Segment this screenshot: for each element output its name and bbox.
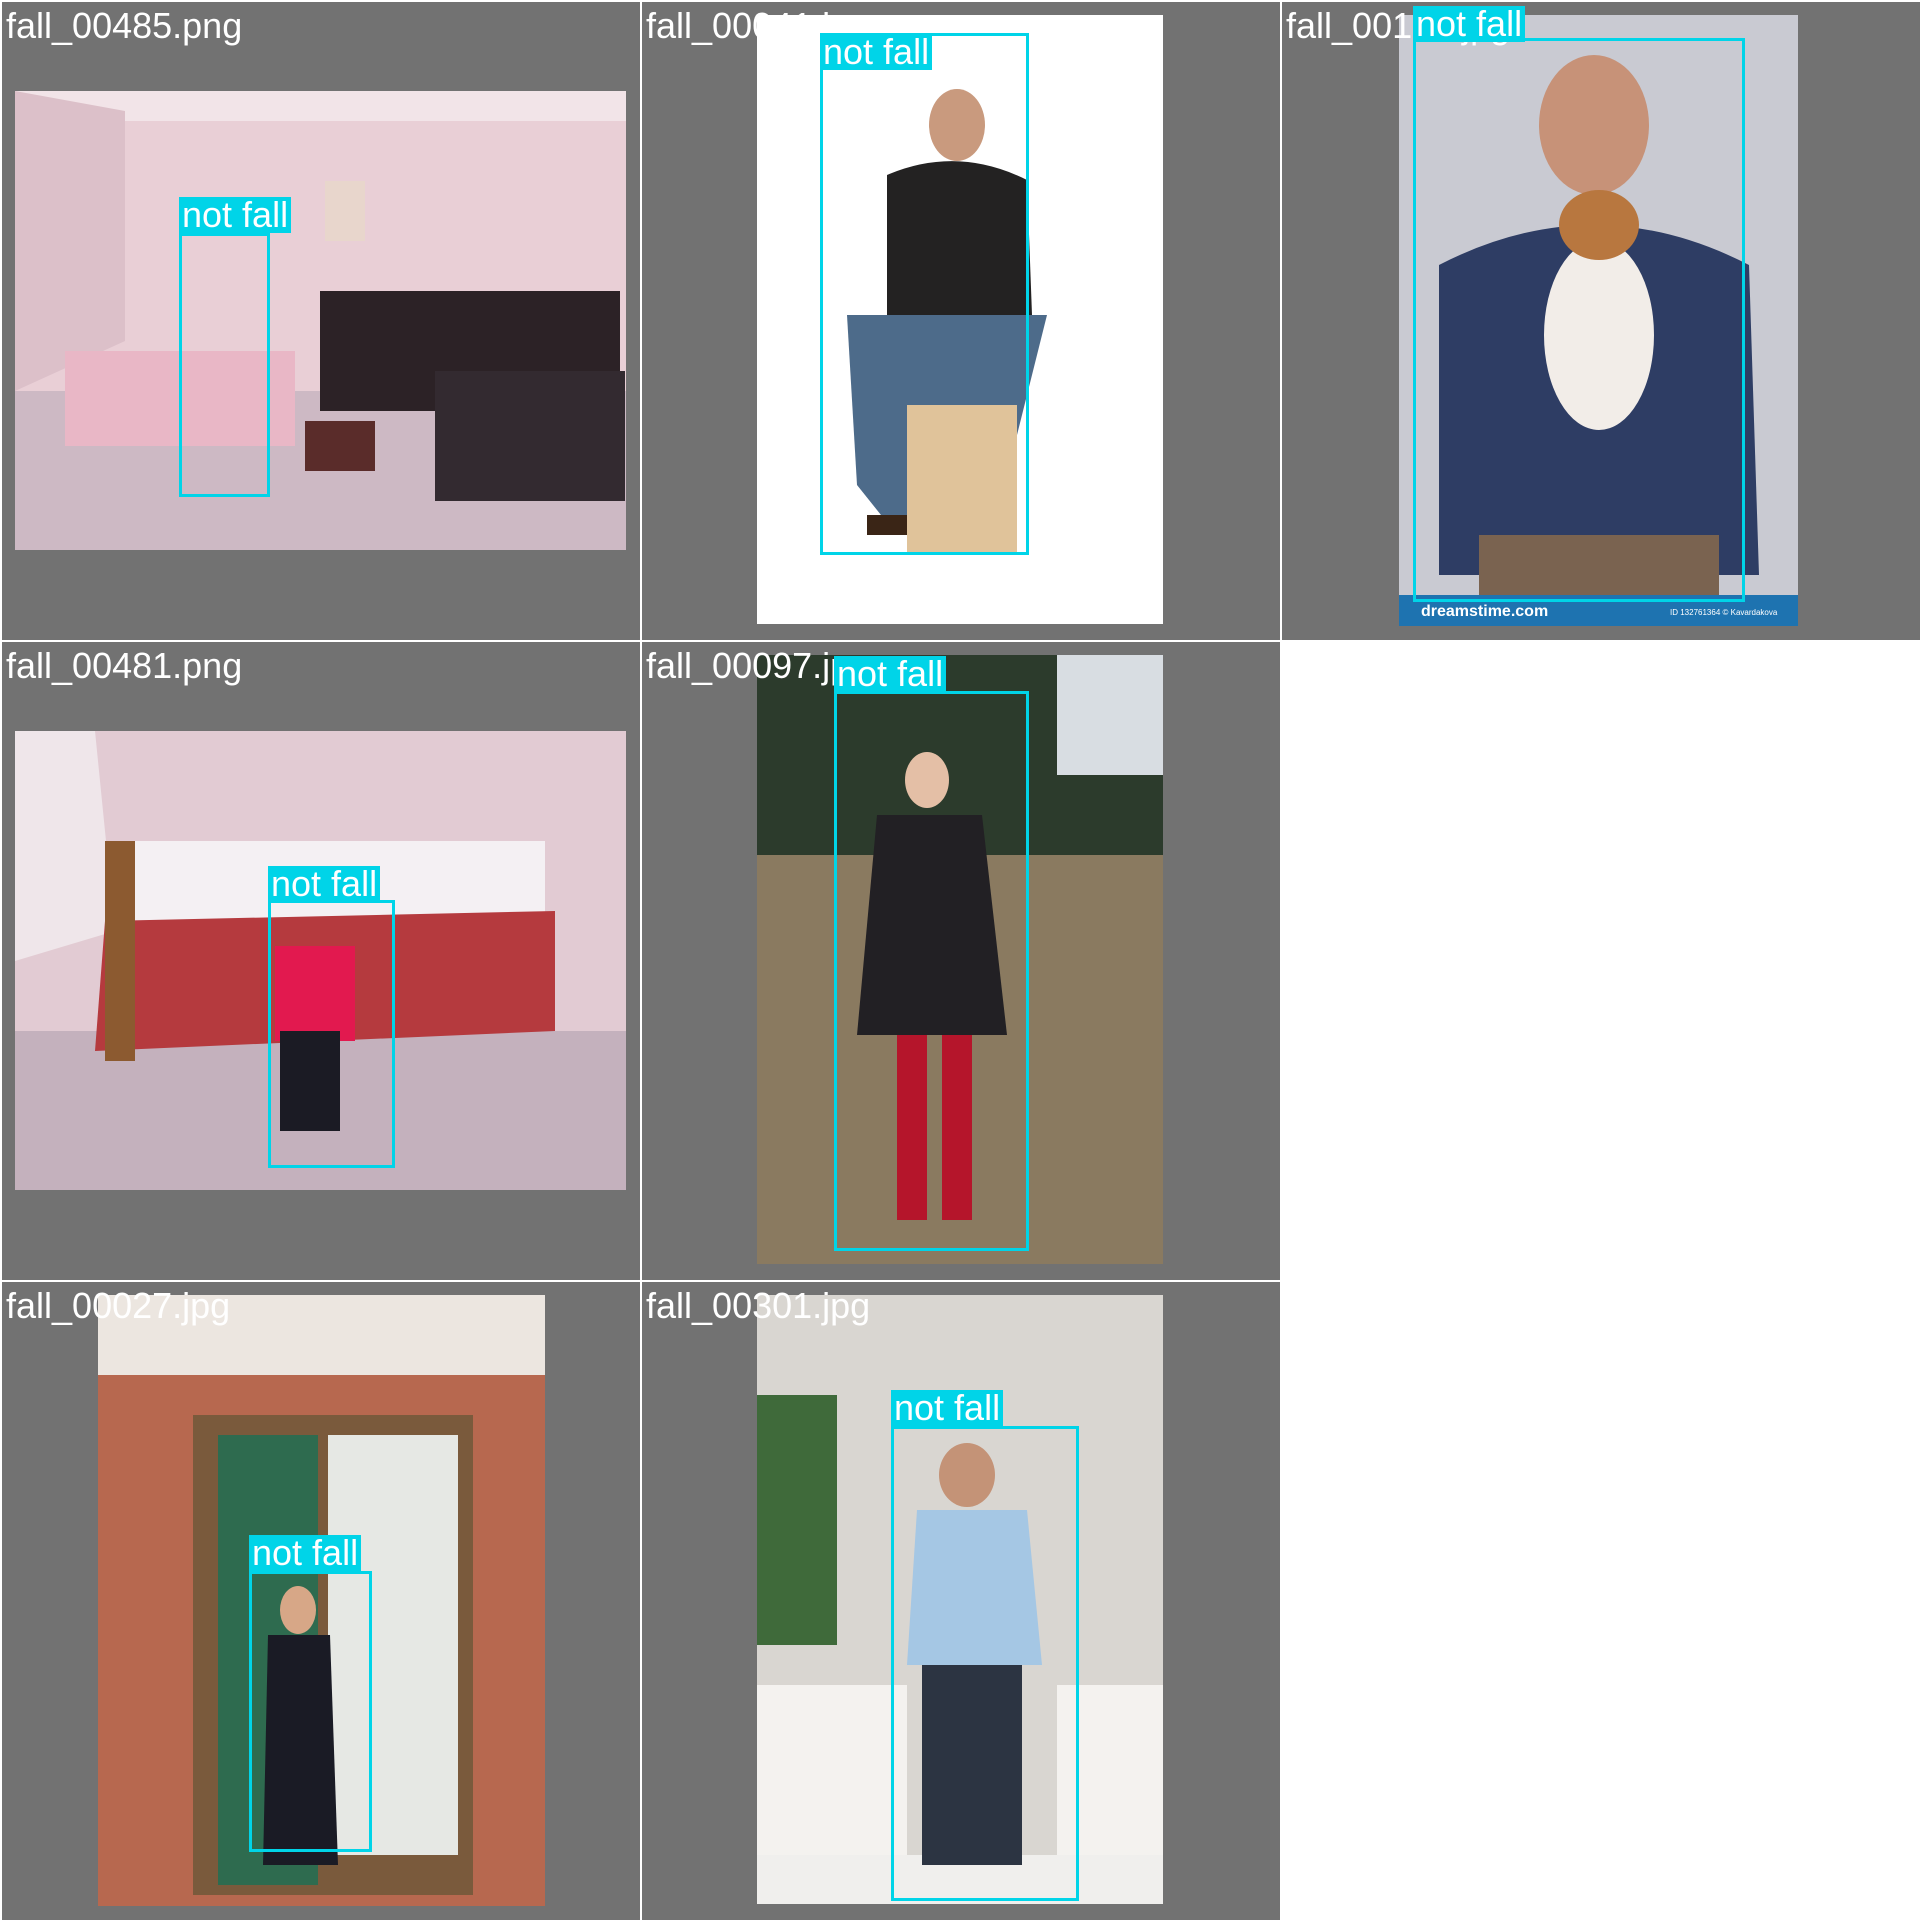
detection-label: not fall <box>268 866 381 902</box>
grid-cell: fall_00027.jpg not fall <box>2 1282 640 1920</box>
detection-box <box>820 33 1029 555</box>
detection-label: not fall <box>820 34 933 70</box>
grid-cell: fall_00485.png not fall <box>2 2 640 640</box>
watermark-credit: ID 132761364 © Kavardakova <box>1670 608 1778 617</box>
detection-label: not fall <box>179 197 292 233</box>
grid-cell: dreamstime.com ID 132761364 © Kavardakov… <box>1282 2 1920 640</box>
detection-box <box>249 1571 372 1852</box>
grid-cell: fall_00301.jpg not fall <box>642 1282 1280 1920</box>
detection-box <box>179 233 270 497</box>
thumbnail-filename: fall_00481.png <box>6 645 243 686</box>
detection-label: not fall <box>1413 6 1526 42</box>
detection-box <box>268 900 395 1168</box>
detection-box <box>891 1426 1079 1901</box>
grid-cell: fall_00041.jpg not fall <box>642 2 1280 640</box>
thumbnail-filename: fall_00027.jpg <box>6 1285 231 1326</box>
thumbnail-image <box>15 91 626 550</box>
grid-cell: fall_00097.jpg not fall <box>642 642 1280 1280</box>
detection-label: not fall <box>249 1535 362 1571</box>
detection-label: not fall <box>834 656 947 692</box>
detection-label: not fall <box>891 1390 1004 1426</box>
thumbnail-filename: fall_00301.jpg <box>646 1285 871 1326</box>
grid-cell: fall_00481.png not fall <box>2 642 640 1280</box>
detection-box <box>1413 38 1745 602</box>
watermark-brand: dreamstime.com <box>1421 603 1549 620</box>
detection-box <box>834 691 1029 1251</box>
thumbnail-filename: fall_00485.png <box>6 5 243 46</box>
